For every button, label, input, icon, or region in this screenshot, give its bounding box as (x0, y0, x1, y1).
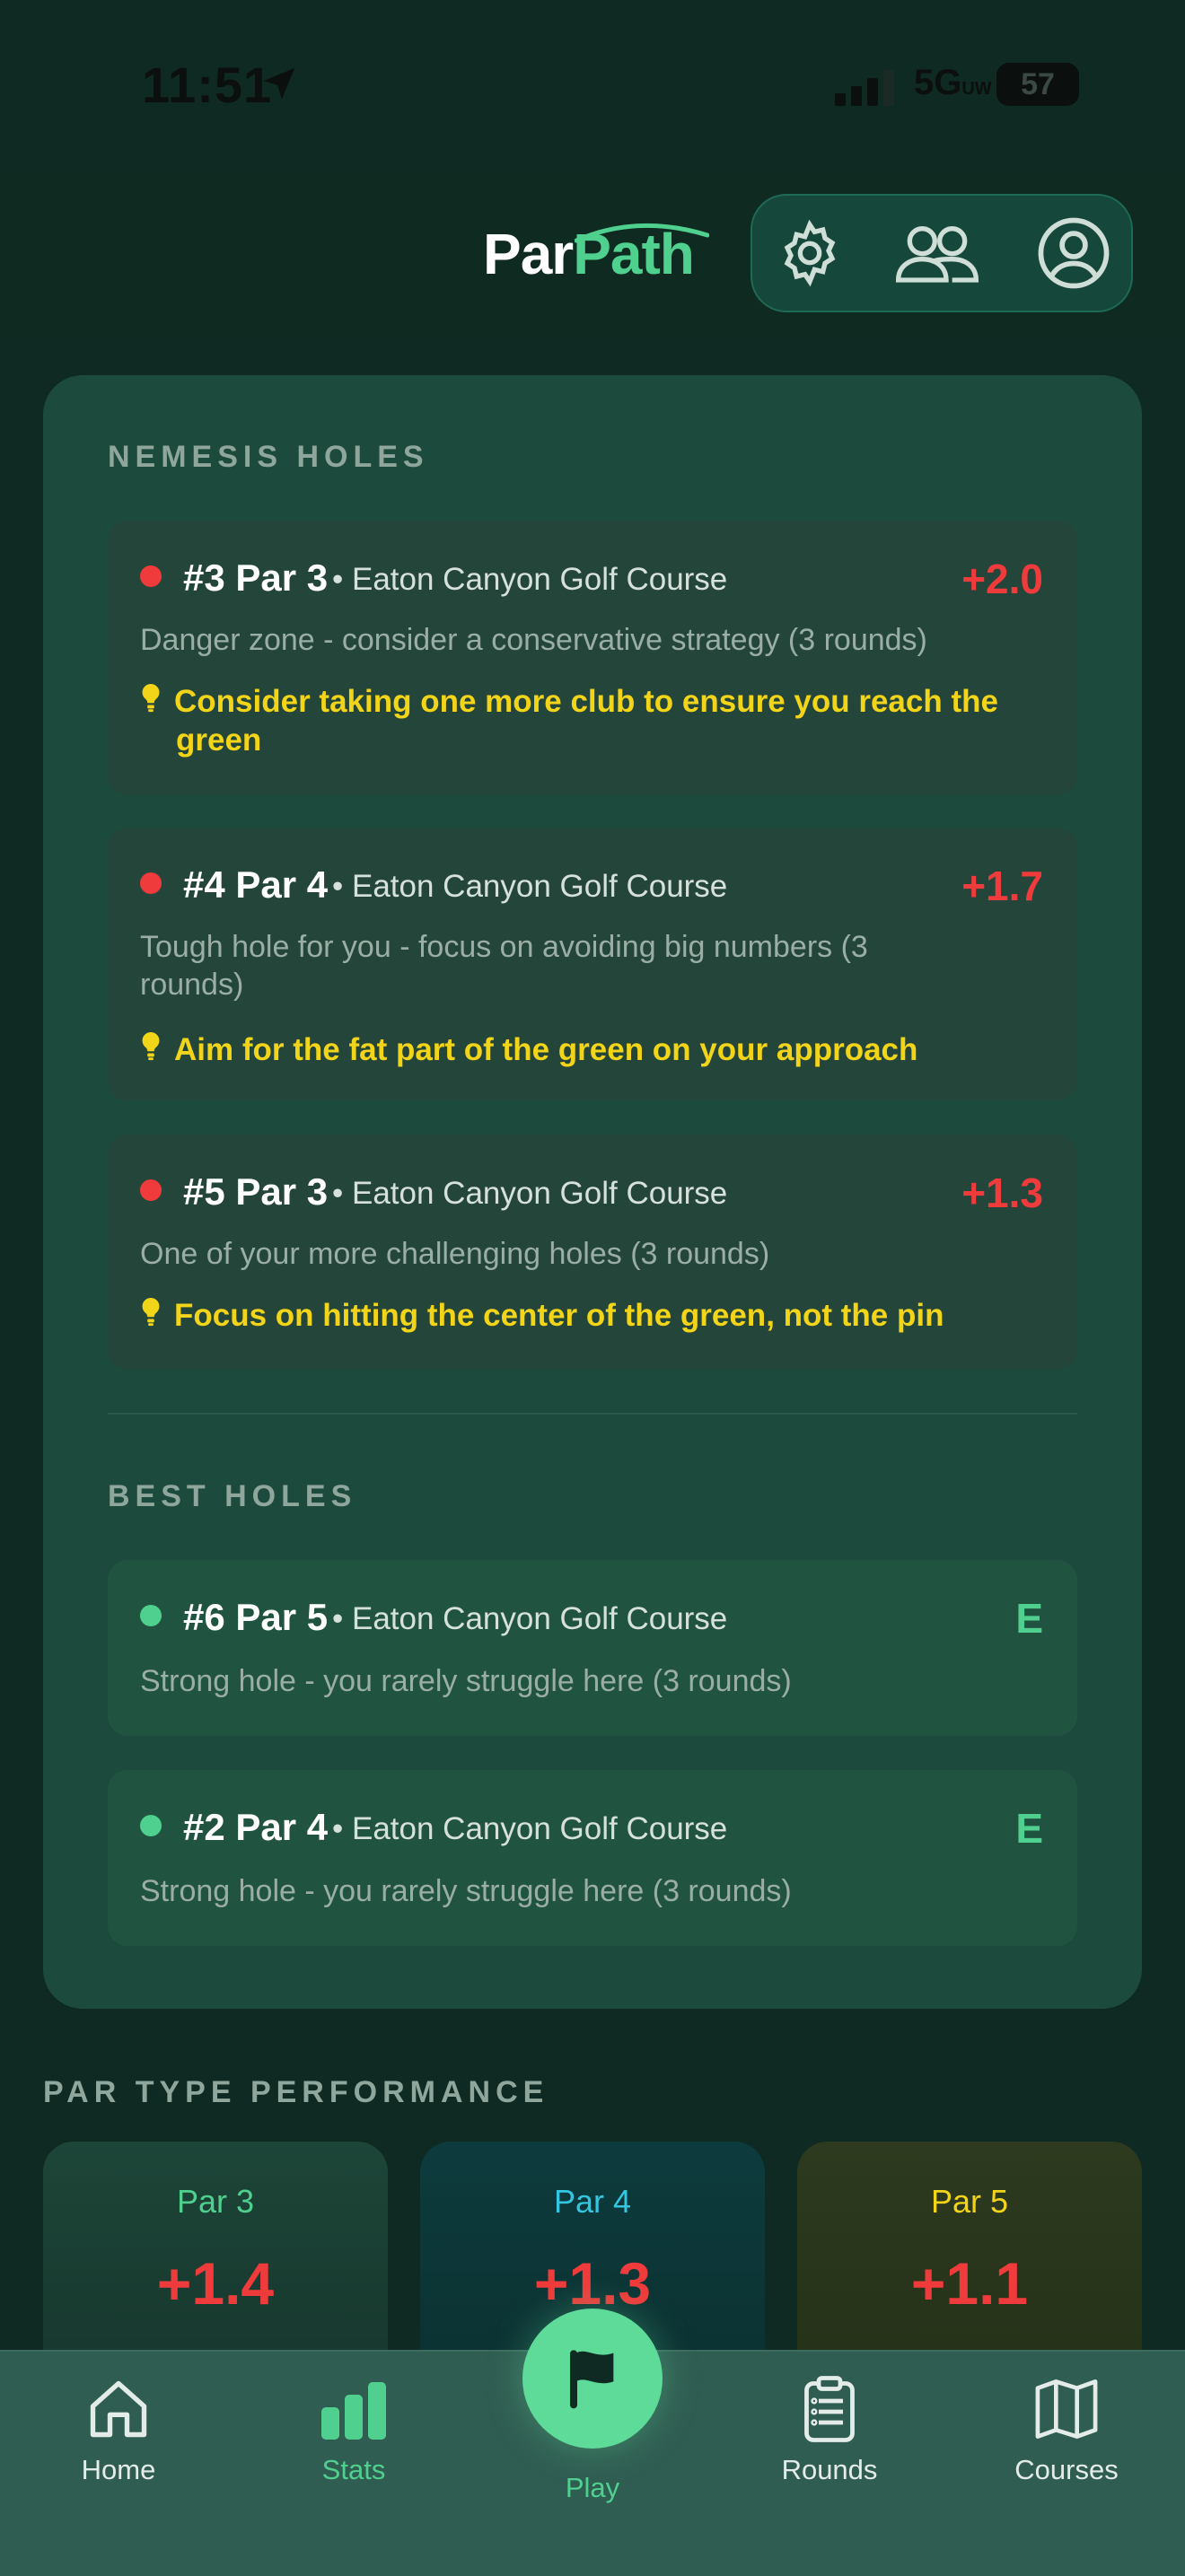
nav-play-label: Play (565, 2472, 620, 2503)
cellular-signal-icon (835, 70, 894, 106)
hole-course: Eaton Canyon Golf Course (332, 562, 727, 598)
hole-tip: Focus on hitting the center of the green… (140, 1296, 1047, 1335)
status-dot (140, 1815, 162, 1836)
hole-course: Eaton Canyon Golf Course (332, 1811, 727, 1847)
nav-rounds[interactable]: Rounds (740, 2373, 919, 2486)
status-bar: 11:51 5GUW 57 (0, 0, 1185, 171)
hole-tip-text: Focus on hitting the center of the green… (174, 1298, 944, 1333)
profile-button[interactable] (1029, 208, 1119, 298)
users-icon (895, 226, 979, 283)
par-type-value: +1.4 (156, 2250, 275, 2317)
profile-icon (1038, 217, 1110, 289)
best-holes-heading: BEST HOLES (108, 1479, 357, 1513)
section-divider (108, 1413, 1077, 1415)
hole-title: #3 Par 3 (183, 556, 329, 599)
hole-course: Eaton Canyon Golf Course (332, 1601, 727, 1637)
hole-description: Strong hole - you rarely struggle here (… (140, 1874, 792, 1908)
header-actions (750, 194, 1133, 312)
network-sub-label: UW (961, 79, 992, 99)
lightbulb-icon (142, 683, 160, 713)
location-arrow-icon (263, 67, 295, 100)
gear-icon (784, 219, 836, 287)
status-dot (140, 872, 162, 894)
nemesis-hole-item[interactable]: #4 Par 4 Eaton Canyon Golf Course +1.7 T… (108, 828, 1077, 1100)
hole-insights-card: NEMESIS HOLES #3 Par 3 Eaton Canyon Golf… (43, 375, 1142, 2009)
flag-icon (570, 2350, 614, 2409)
status-time: 11:51 (142, 57, 273, 113)
battery-level: 57 (1021, 67, 1055, 101)
hole-title: #4 Par 4 (183, 863, 329, 906)
logo-part1: Par (483, 222, 574, 286)
clipboard-icon (804, 2376, 855, 2442)
hole-description: Danger zone - consider a conservative st… (140, 623, 927, 657)
network-type: 5GUW (914, 63, 992, 103)
best-hole-item[interactable]: #2 Par 4 Eaton Canyon Golf Course E Stro… (108, 1770, 1077, 1946)
hole-description: Tough hole for you - focus on avoiding b… (140, 930, 868, 1002)
nemesis-holes-heading: NEMESIS HOLES (108, 440, 429, 474)
par-type-value: +1.3 (533, 2250, 652, 2317)
par-type-name: Par 4 (553, 2183, 632, 2220)
bar-chart-icon (321, 2382, 386, 2440)
hole-score: +1.7 (961, 863, 1043, 909)
logo-swoosh-icon (575, 223, 709, 243)
nav-home-label: Home (81, 2454, 156, 2485)
home-icon (90, 2380, 147, 2438)
hole-score: E (1015, 1805, 1043, 1852)
hole-title: #2 Par 4 (183, 1806, 329, 1848)
par-type-name: Par 5 (930, 2183, 1009, 2220)
hole-title: #6 Par 5 (183, 1596, 329, 1638)
settings-button[interactable] (765, 208, 855, 298)
hole-course: Eaton Canyon Golf Course (332, 869, 727, 905)
hole-tip-text: Consider taking one more club to ensure … (174, 684, 998, 758)
nemesis-hole-item[interactable]: #3 Par 3 Eaton Canyon Golf Course +2.0 D… (108, 521, 1077, 795)
best-hole-item[interactable]: #6 Par 5 Eaton Canyon Golf Course E Stro… (108, 1560, 1077, 1736)
status-dot (140, 1605, 162, 1626)
hole-score: E (1015, 1595, 1043, 1642)
battery-icon: 57 (996, 63, 1079, 106)
lightbulb-icon (142, 1031, 160, 1061)
hole-score: +2.0 (961, 556, 1043, 602)
nav-home[interactable]: Home (29, 2373, 208, 2486)
map-icon (1035, 2379, 1098, 2439)
play-button[interactable] (522, 2309, 663, 2449)
hole-tip: Consider taking one more club to ensure … (140, 682, 1047, 759)
par-type-value: +1.1 (910, 2250, 1029, 2317)
nav-courses[interactable]: Courses (977, 2373, 1156, 2486)
nav-stats-label: Stats (321, 2454, 386, 2485)
hole-tip: Aim for the fat part of the green on you… (140, 1030, 1047, 1069)
hole-score: +1.3 (961, 1170, 1043, 1216)
lightbulb-icon (142, 1297, 160, 1327)
hole-description: Strong hole - you rarely struggle here (… (140, 1664, 792, 1698)
hole-description: One of your more challenging holes (3 ro… (140, 1237, 770, 1271)
status-dot (140, 565, 162, 587)
nemesis-hole-item[interactable]: #5 Par 3 Eaton Canyon Golf Course +1.3 O… (108, 1135, 1077, 1370)
hole-tip-text: Aim for the fat part of the green on you… (174, 1032, 918, 1067)
nav-courses-label: Courses (1014, 2454, 1119, 2485)
nav-rounds-label: Rounds (781, 2454, 878, 2485)
status-dot (140, 1179, 162, 1201)
hole-course: Eaton Canyon Golf Course (332, 1176, 727, 1212)
par-type-performance-heading: PAR TYPE PERFORMANCE (43, 2075, 549, 2109)
nav-stats[interactable]: Stats (264, 2373, 443, 2486)
hole-title: #5 Par 3 (183, 1170, 329, 1213)
friends-button[interactable] (892, 208, 982, 298)
par-type-name: Par 3 (176, 2183, 255, 2220)
network-label: 5G (914, 63, 962, 102)
